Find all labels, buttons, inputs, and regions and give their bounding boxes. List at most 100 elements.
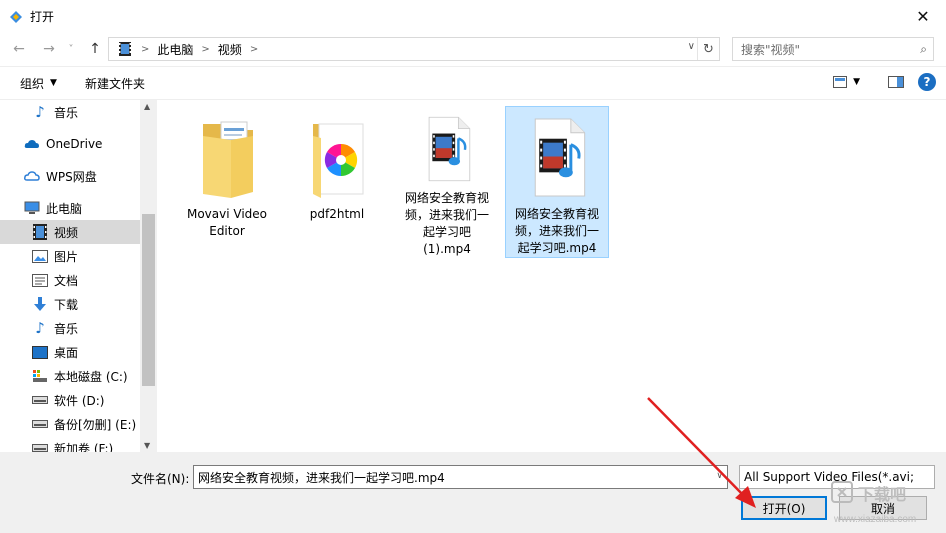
- open-button[interactable]: 打开(O): [741, 496, 827, 520]
- scroll-up-icon[interactable]: ▲: [144, 102, 150, 111]
- file-item-video-2[interactable]: 网络安全教育视 频，进来我们一 起学习吧.mp4: [505, 106, 609, 258]
- filename-value: 网络安全教育视频，进来我们一起学习吧.mp4: [198, 470, 445, 485]
- watermark-url: www.xiazaiba.com: [833, 514, 916, 525]
- sidebar-item-label: WPS网盘: [46, 169, 97, 184]
- download-icon: [32, 296, 48, 312]
- file-name-line: 频，进来我们一: [514, 224, 599, 238]
- change-view-button[interactable]: ▼: [833, 76, 860, 88]
- chevron-right-icon: >: [141, 43, 150, 55]
- breadcrumb-videos[interactable]: 视频: [218, 41, 242, 58]
- chevron-down-icon: ˅: [68, 43, 74, 55]
- help-icon: ?: [923, 75, 931, 89]
- recent-locations-button[interactable]: ˅: [60, 38, 82, 60]
- sidebar-item-label: 软件 (D:): [54, 393, 105, 408]
- navigation-bar: ← → ˅ ↑ > 此电脑 > 视频 > ∨ ↻ 搜索"视频" ⌕: [0, 32, 946, 66]
- desktop-icon: [32, 344, 48, 360]
- app-icon: [10, 11, 22, 23]
- scrollbar-thumb[interactable]: [142, 214, 155, 386]
- sidebar-item-desktop[interactable]: 桌面: [0, 340, 140, 364]
- sidebar-item-label: 备份[勿删] (E:): [54, 417, 137, 432]
- video-file-icon: [534, 118, 586, 197]
- sidebar-item-pictures[interactable]: 图片: [0, 244, 140, 268]
- sidebar-item-drive-d[interactable]: 软件 (D:): [0, 388, 140, 412]
- computer-icon: [24, 200, 40, 216]
- help-button[interactable]: ?: [918, 73, 936, 91]
- sidebar-item-documents[interactable]: 文档: [0, 268, 140, 292]
- sidebar-item-music-top[interactable]: ♪ 音乐: [0, 100, 140, 124]
- file-name-line: 起学习吧.mp4: [517, 241, 597, 255]
- sidebar-item-label: OneDrive: [46, 137, 103, 151]
- sidebar-item-drive-f[interactable]: 新加卷 (F:): [0, 436, 140, 452]
- music-icon: ♪: [35, 319, 45, 337]
- close-button[interactable]: ✕: [900, 0, 946, 32]
- refresh-button[interactable]: ↻: [697, 38, 719, 60]
- filename-input[interactable]: 网络安全教育视频，进来我们一起学习吧.mp4 ∨: [193, 465, 728, 489]
- scroll-down-icon[interactable]: ▼: [144, 441, 150, 450]
- video-folder-icon: [32, 224, 48, 240]
- up-arrow-icon: ↑: [89, 41, 101, 57]
- breadcrumb-this-pc[interactable]: 此电脑: [157, 41, 193, 58]
- sidebar-item-label: 音乐: [54, 321, 79, 336]
- search-icon: ⌕: [920, 42, 927, 56]
- preview-pane-icon[interactable]: [888, 76, 904, 88]
- system-drive-icon: [32, 368, 48, 384]
- window-title: 打开: [30, 9, 55, 24]
- up-button[interactable]: ↑: [84, 38, 106, 60]
- file-item-video-1[interactable]: 网络安全教育视 频，进来我们一 起学习吧 (1).mp4: [395, 106, 499, 258]
- sidebar-item-label: 下载: [54, 297, 79, 312]
- open-button-label: 打开(O): [762, 501, 806, 516]
- file-list: Movavi Video Editor pdf2html 网络安全教育视 频，进…: [157, 100, 946, 452]
- dialog-footer: 文件名(N): 网络安全教育视频，进来我们一起学习吧.mp4 ∨ All Sup…: [0, 452, 946, 533]
- sidebar-item-onedrive[interactable]: OneDrive: [0, 132, 140, 156]
- documents-folder-icon: [32, 272, 48, 288]
- sidebar-item-downloads[interactable]: 下载: [0, 292, 140, 316]
- cloud-icon: [24, 136, 40, 152]
- filename-label: 文件名(N):: [131, 472, 190, 486]
- sidebar-item-drive-e[interactable]: 备份[勿删] (E:): [0, 412, 140, 436]
- file-name-line: Editor: [209, 224, 245, 238]
- chevron-right-icon: >: [201, 43, 210, 55]
- caret-down-icon: ▼: [50, 78, 57, 88]
- chevron-right-icon: >: [249, 43, 259, 55]
- drive-icon: [32, 440, 48, 452]
- watermark-title: 下载吧: [858, 486, 906, 504]
- sidebar-item-label: 文档: [54, 273, 79, 288]
- music-icon: ♪: [35, 103, 45, 121]
- pdf2html-folder-icon: [313, 123, 364, 198]
- watermark-logo: 下载吧 www.xiazaiba.com: [831, 481, 916, 525]
- forward-button[interactable]: →: [38, 38, 60, 60]
- chevron-down-icon[interactable]: ∨: [688, 41, 695, 52]
- video-folder-icon: [119, 42, 131, 56]
- new-folder-button[interactable]: 新建文件夹: [85, 75, 145, 92]
- file-item-movavi[interactable]: Movavi Video Editor: [175, 106, 279, 258]
- sidebar-item-label: 此电脑: [46, 201, 83, 216]
- close-icon: ✕: [916, 6, 930, 26]
- sidebar-item-label: 视频: [54, 225, 79, 240]
- file-name-line: pdf2html: [309, 207, 365, 221]
- caret-down-icon: ▼: [853, 77, 860, 87]
- navigation-pane: ♪ 音乐 OneDrive WPS网盘 此电脑 视频 图片 文档 下载 ♪ 音乐…: [0, 100, 157, 452]
- organize-label: 组织: [20, 76, 45, 91]
- sidebar-item-label: 音乐: [54, 105, 79, 120]
- file-name: 网络安全教育视 频，进来我们一 起学习吧 (1).mp4: [405, 190, 489, 258]
- sidebar-item-this-pc[interactable]: 此电脑: [0, 196, 140, 220]
- sidebar-item-videos[interactable]: 视频: [0, 220, 140, 244]
- sidebar-item-wps-cloud[interactable]: WPS网盘: [0, 164, 140, 188]
- back-button[interactable]: ←: [8, 38, 30, 60]
- file-name-line: Movavi Video: [186, 207, 268, 221]
- sidebar-item-label: 本地磁盘 (C:): [54, 369, 128, 384]
- drive-icon: [32, 392, 48, 408]
- address-bar[interactable]: > 此电脑 > 视频 > ∨ ↻: [108, 37, 720, 61]
- sidebar-scrollbar[interactable]: ▲ ▼: [140, 100, 157, 452]
- forward-arrow-icon: →: [43, 41, 55, 57]
- search-box[interactable]: 搜索"视频" ⌕: [732, 37, 934, 61]
- file-name-line: 频，进来我们一: [404, 208, 489, 222]
- sidebar-item-music[interactable]: ♪ 音乐: [0, 316, 140, 340]
- file-name: pdf2html: [310, 206, 364, 223]
- organize-button[interactable]: 组织 ▼: [20, 75, 57, 92]
- sidebar-item-drive-c[interactable]: 本地磁盘 (C:): [0, 364, 140, 388]
- sidebar-item-label: 桌面: [54, 345, 79, 360]
- drive-icon: [32, 416, 48, 432]
- file-item-pdf2html[interactable]: pdf2html: [285, 106, 389, 258]
- chevron-down-icon[interactable]: ∨: [716, 471, 723, 481]
